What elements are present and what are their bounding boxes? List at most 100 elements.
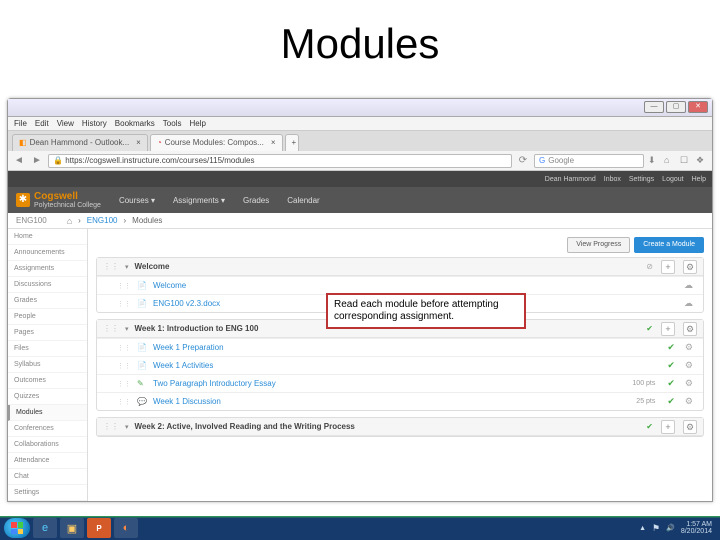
- breadcrumb-bar: ENG100 ⌂ › ENG100 › Modules: [8, 213, 712, 229]
- drag-icon[interactable]: ⋮⋮: [117, 398, 131, 406]
- chevron-down-icon[interactable]: ▾: [125, 263, 129, 271]
- taskbar-firefox[interactable]: ◐: [114, 518, 138, 538]
- sidebar-item-pages[interactable]: Pages: [8, 325, 87, 341]
- nav-grades[interactable]: Grades: [243, 196, 269, 205]
- module-item[interactable]: ⋮⋮ 📄 Week 1 Activities ✔ ⚙: [97, 356, 703, 374]
- tab-outlook[interactable]: ◧Dean Hammond - Outlook...×: [12, 134, 148, 151]
- url-input[interactable]: 🔒 https://cogswell.instructure.com/cours…: [48, 154, 512, 168]
- search-input[interactable]: GGoogle: [534, 154, 644, 168]
- module-settings-button[interactable]: ⚙: [683, 420, 697, 434]
- module-week1: ⋮⋮ ▾ Week 1: Introduction to ENG 100 ✔ +…: [96, 319, 704, 411]
- add-item-button[interactable]: +: [661, 260, 675, 274]
- download-icon[interactable]: ⬇: [648, 155, 660, 167]
- nav-courses[interactable]: Courses ▾: [119, 196, 155, 205]
- drag-icon[interactable]: ⋮⋮: [103, 262, 119, 271]
- home-icon[interactable]: ⌂: [67, 216, 72, 226]
- module-item[interactable]: ⋮⋮ 📄 Week 1 Preparation ✔ ⚙: [97, 338, 703, 356]
- tray-show-hidden-icon[interactable]: ▲: [639, 525, 646, 532]
- sidebar-item-assignments[interactable]: Assignments: [8, 261, 87, 277]
- module-header[interactable]: ⋮⋮ ▾ Welcome ⊘ + ⚙: [97, 258, 703, 276]
- close-icon[interactable]: ×: [271, 135, 276, 151]
- tab-canvas[interactable]: ◔Course Modules: Compos...×: [150, 134, 283, 151]
- module-item[interactable]: ⋮⋮ ✎ Two Paragraph Introductory Essay 10…: [97, 374, 703, 392]
- home-icon[interactable]: ⌂: [664, 155, 676, 167]
- chevron-down-icon[interactable]: ▾: [125, 423, 129, 431]
- settings-icon[interactable]: ⚙: [685, 360, 693, 371]
- bookmark-icon[interactable]: ☐: [680, 155, 692, 167]
- points-label: 25 pts: [636, 398, 655, 405]
- menu-bookmarks[interactable]: Bookmarks: [115, 117, 155, 130]
- new-tab-button[interactable]: +: [285, 134, 299, 151]
- maximize-button[interactable]: ▢: [666, 101, 686, 113]
- taskbar-explorer[interactable]: ▣: [60, 518, 84, 538]
- start-button[interactable]: [4, 518, 30, 538]
- tray-volume-icon[interactable]: 🔊: [666, 524, 675, 532]
- drag-icon[interactable]: ⋮⋮: [117, 300, 131, 308]
- tray-flag-icon[interactable]: ⚑: [652, 523, 660, 534]
- drag-icon[interactable]: ⋮⋮: [117, 344, 131, 352]
- sidebar-item-people[interactable]: People: [8, 309, 87, 325]
- sidebar-item-attendance[interactable]: Attendance: [8, 453, 87, 469]
- user-name[interactable]: Dean Hammond: [545, 176, 596, 183]
- cloud-icon[interactable]: ☁: [684, 280, 693, 291]
- sidebar-item-modules[interactable]: Modules: [8, 405, 87, 421]
- menu-history[interactable]: History: [82, 117, 107, 130]
- drag-icon[interactable]: ⋮⋮: [103, 324, 119, 333]
- brand-logo[interactable]: ✱ Cogswell Polytechnical College: [16, 192, 101, 209]
- drag-icon[interactable]: ⋮⋮: [117, 380, 131, 388]
- sidebar-item-conferences[interactable]: Conferences: [8, 421, 87, 437]
- add-item-button[interactable]: +: [661, 420, 675, 434]
- create-module-button[interactable]: Create a Module: [634, 237, 704, 253]
- sidebar-item-syllabus[interactable]: Syllabus: [8, 357, 87, 373]
- settings-icon[interactable]: ⚙: [685, 378, 693, 389]
- module-settings-button[interactable]: ⚙: [683, 260, 697, 274]
- cloud-icon[interactable]: ☁: [684, 298, 693, 309]
- settings-icon[interactable]: ⚙: [685, 396, 693, 407]
- canvas-page: Dean Hammond Inbox Settings Logout Help …: [8, 171, 712, 501]
- sidebar-item-chat[interactable]: Chat: [8, 469, 87, 485]
- add-item-button[interactable]: +: [661, 322, 675, 336]
- back-button[interactable]: ◄: [12, 154, 26, 168]
- forward-button[interactable]: ►: [30, 154, 44, 168]
- close-button[interactable]: ✕: [688, 101, 708, 113]
- taskbar-ie[interactable]: e: [33, 518, 57, 538]
- module-settings-button[interactable]: ⚙: [683, 322, 697, 336]
- sidebar-item-quizzes[interactable]: Quizzes: [8, 389, 87, 405]
- sidebar-item-discussions[interactable]: Discussions: [8, 277, 87, 293]
- nav-assignments[interactable]: Assignments ▾: [173, 196, 225, 205]
- breadcrumb-course[interactable]: ENG100: [87, 216, 118, 225]
- minimize-button[interactable]: —: [644, 101, 664, 113]
- chevron-down-icon[interactable]: ▾: [125, 325, 129, 333]
- help-link[interactable]: Help: [692, 176, 706, 183]
- inbox-link[interactable]: Inbox: [604, 176, 621, 183]
- settings-link[interactable]: Settings: [629, 176, 654, 183]
- module-item[interactable]: ⋮⋮ 📄 Welcome ☁: [97, 276, 703, 294]
- view-progress-button[interactable]: View Progress: [567, 237, 630, 253]
- menu-file[interactable]: File: [14, 117, 27, 130]
- nav-calendar[interactable]: Calendar: [287, 196, 319, 205]
- sidebar-item-collaborations[interactable]: Collaborations: [8, 437, 87, 453]
- drag-icon[interactable]: ⋮⋮: [103, 422, 119, 431]
- sidebar-item-grades[interactable]: Grades: [8, 293, 87, 309]
- tray-clock[interactable]: 1:57 AM 8/20/2014: [681, 521, 712, 535]
- sidebar-item-home[interactable]: Home: [8, 229, 87, 245]
- settings-icon[interactable]: ⚙: [685, 342, 693, 353]
- sidebar-item-outcomes[interactable]: Outcomes: [8, 373, 87, 389]
- menu-tools[interactable]: Tools: [163, 117, 182, 130]
- drag-icon[interactable]: ⋮⋮: [117, 362, 131, 370]
- menu-view[interactable]: View: [57, 117, 74, 130]
- menu-help[interactable]: Help: [189, 117, 205, 130]
- drag-icon[interactable]: ⋮⋮: [117, 282, 131, 290]
- module-item[interactable]: ⋮⋮ 💬 Week 1 Discussion 25 pts ✔ ⚙: [97, 392, 703, 410]
- sidebar-item-settings[interactable]: Settings: [8, 485, 87, 501]
- sidebar-item-announcements[interactable]: Announcements: [8, 245, 87, 261]
- sidebar-item-files[interactable]: Files: [8, 341, 87, 357]
- addon-icon[interactable]: ❖: [696, 155, 708, 167]
- logout-link[interactable]: Logout: [662, 176, 683, 183]
- menu-edit[interactable]: Edit: [35, 117, 49, 130]
- reload-button[interactable]: ⟳: [516, 154, 530, 168]
- taskbar-powerpoint[interactable]: P: [87, 518, 111, 538]
- system-tray[interactable]: ▲ ⚑ 🔊 1:57 AM 8/20/2014: [639, 521, 716, 535]
- close-icon[interactable]: ×: [136, 135, 141, 151]
- module-header[interactable]: ⋮⋮ ▾ Week 2: Active, Involved Reading an…: [97, 418, 703, 436]
